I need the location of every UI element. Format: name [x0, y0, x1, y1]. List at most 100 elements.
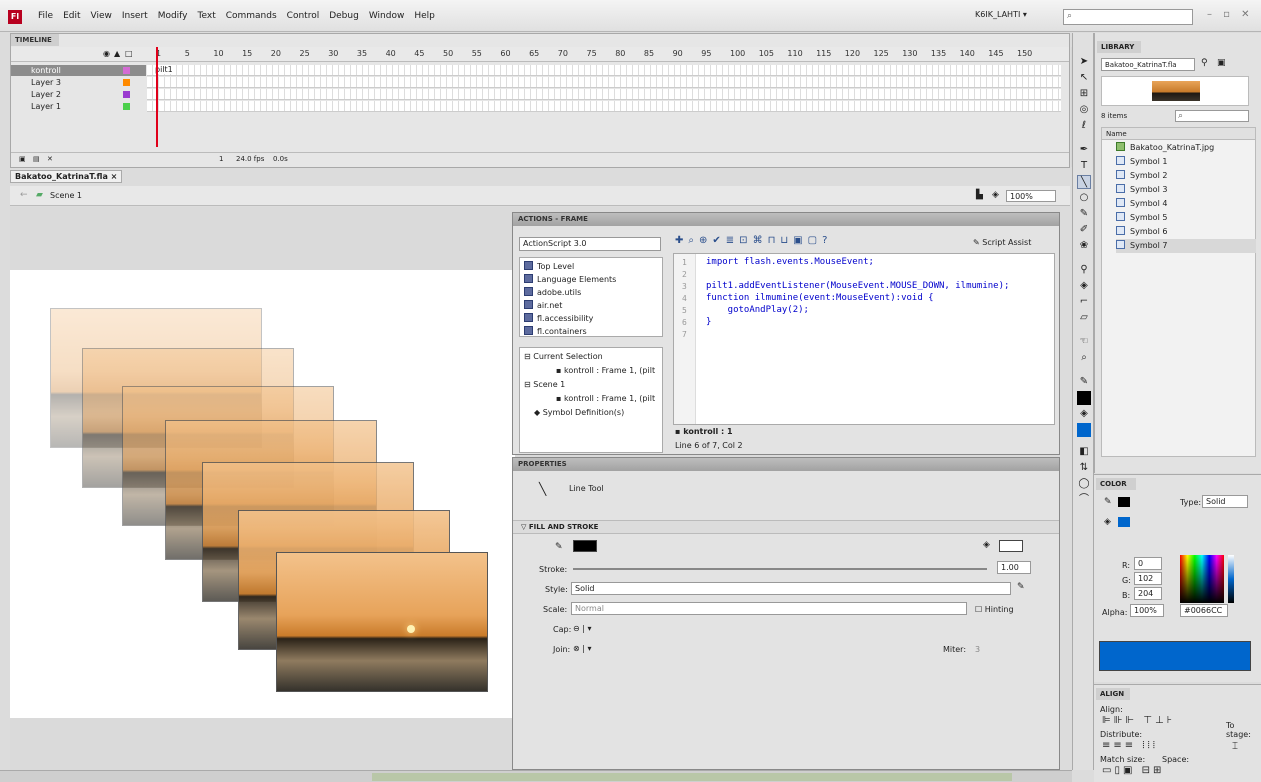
format-icon[interactable]: ≣ [726, 235, 739, 246]
subselection-tool-icon[interactable]: ↖ [1077, 71, 1091, 85]
stroke-color-swatch[interactable] [1077, 391, 1091, 405]
layer-row-1[interactable]: Layer 1 [11, 101, 1061, 112]
script-tab[interactable]: ▪ kontroll : 1 [675, 427, 755, 439]
color-spectrum[interactable] [1180, 555, 1224, 603]
menu-edit[interactable]: Edit [58, 11, 85, 21]
toolbox-item[interactable]: adobe.utils [524, 286, 581, 299]
window-controls[interactable]: – ▫ ✕ [1207, 9, 1254, 20]
scrollbar-thumb[interactable] [372, 773, 1012, 781]
menu-text[interactable]: Text [193, 11, 221, 21]
smooth-icon[interactable]: ⌒ [1077, 493, 1091, 507]
sunset-image-7[interactable] [276, 552, 488, 692]
hinting-checkbox[interactable]: ☐ Hinting [975, 605, 1014, 614]
back-arrow-icon[interactable]: ← [20, 190, 28, 200]
layer-row-2[interactable]: Layer 2 [11, 89, 1061, 100]
zoom-select[interactable]: 100% [1006, 190, 1056, 202]
3d-rotation-tool-icon[interactable]: ◎ [1077, 103, 1091, 117]
free-transform-tool-icon[interactable]: ⊞ [1077, 87, 1091, 101]
distribute-buttons[interactable]: ≡≡≡ ⦙⦙⦙ [1102, 740, 1158, 751]
scene-name[interactable]: Scene 1 [50, 191, 82, 200]
fill-color-swatch[interactable] [1077, 423, 1091, 437]
tree-frame[interactable]: ▪ kontroll : Frame 1, (pilt [556, 392, 655, 405]
fill-color-swatch[interactable] [999, 540, 1023, 552]
tree-current-selection[interactable]: ⊟ Current Selection [524, 350, 603, 363]
lock-icon[interactable]: ▲ [114, 49, 120, 58]
align-buttons[interactable]: ⊫⊪⊩ ⊤⊥⊦ [1102, 715, 1175, 726]
edit-scene-icon[interactable]: ▙ [976, 190, 983, 200]
new-folder-icon[interactable]: ▤ [33, 155, 40, 163]
tree-symbol-defs[interactable]: ◆ Symbol Definition(s) [534, 406, 624, 419]
color-type-select[interactable]: Solid [1202, 495, 1248, 508]
trash-icon[interactable]: ✕ [47, 155, 53, 163]
text-tool-icon[interactable]: T [1077, 159, 1091, 173]
frame-rate[interactable]: 24.0 fps [236, 155, 264, 163]
stage-horizontal-scrollbar[interactable] [0, 770, 1072, 782]
black-white-icon[interactable]: ◧ [1077, 445, 1091, 459]
library-item[interactable]: Bakatoo_KatrinaT.jpg [1116, 141, 1256, 155]
layer-row-3[interactable]: Layer 3 [11, 77, 1061, 88]
to-stage-button[interactable]: ⌶ [1232, 741, 1238, 752]
swap-colors-icon[interactable]: ⇅ [1077, 461, 1091, 475]
scale-select[interactable]: Normal [571, 602, 967, 615]
pin-icon[interactable]: ⚲ [1201, 58, 1208, 68]
edit-symbol-icon[interactable]: ◈ [992, 190, 999, 200]
menu-insert[interactable]: Insert [117, 11, 153, 21]
collapse-icon[interactable]: ⊟ [524, 352, 531, 361]
menu-window[interactable]: Window [364, 11, 410, 21]
stroke-width-input[interactable]: 1.00 [997, 561, 1031, 574]
layer-frames[interactable] [147, 65, 1061, 76]
stroke-color-swatch[interactable] [573, 540, 597, 552]
code-hint-icon[interactable]: ⊡ [739, 235, 752, 246]
uncomment-icon[interactable]: ▢ [808, 235, 822, 246]
layer-frames[interactable] [147, 77, 1061, 88]
script-assist-button[interactable]: ✎ Script Assist [973, 238, 1031, 247]
alpha-input[interactable]: 100% [1130, 604, 1164, 617]
tree-frame[interactable]: ▪ kontroll : Frame 1, (pilt [556, 364, 655, 377]
outline-icon[interactable]: □ [125, 49, 133, 58]
comment-icon[interactable]: ▣ [793, 235, 807, 246]
document-tab[interactable]: Bakatoo_KatrinaT.fla × [10, 170, 122, 183]
selection-tool-icon[interactable]: ➤ [1077, 55, 1091, 69]
g-input[interactable]: 102 [1134, 572, 1162, 585]
paint-bucket-tool-icon[interactable]: ◈ [1077, 279, 1091, 293]
code-editor[interactable]: 1 2 3 4 5 6 7 import flash.events.MouseE… [673, 253, 1055, 425]
r-input[interactable]: 0 [1134, 557, 1162, 570]
brush-tool-icon[interactable]: ✐ [1077, 223, 1091, 237]
stage[interactable] [10, 270, 515, 718]
help-search-input[interactable] [1063, 9, 1193, 25]
column-header[interactable]: Name [1102, 128, 1255, 140]
menu-control[interactable]: Control [282, 11, 325, 21]
miter-input[interactable]: 3 [975, 645, 980, 654]
toolbox-item[interactable]: air.net [524, 299, 562, 312]
library-item[interactable]: Symbol 3 [1116, 183, 1256, 197]
snap-icon[interactable]: ◯ [1077, 477, 1091, 491]
library-item[interactable]: Symbol 1 [1116, 155, 1256, 169]
library-document-select[interactable]: Bakatoo_KatrinaT.fla [1101, 58, 1195, 71]
check-syntax-icon[interactable]: ✔ [712, 235, 725, 246]
library-item[interactable]: Symbol 6 [1116, 225, 1256, 239]
menu-file[interactable]: File [33, 11, 58, 21]
menu-help[interactable]: Help [409, 11, 440, 21]
new-library-icon[interactable]: ▣ [1217, 58, 1226, 68]
hand-tool-icon[interactable]: ☜ [1077, 335, 1091, 349]
find-icon[interactable]: ⌕ [688, 235, 699, 246]
pen-tool-icon[interactable]: ✒ [1077, 143, 1091, 157]
actionscript-version-select[interactable]: ActionScript 3.0 [519, 237, 661, 251]
style-select[interactable]: Solid [571, 582, 1011, 595]
stroke-slider[interactable] [573, 568, 987, 570]
lasso-tool-icon[interactable]: ℓ [1077, 119, 1091, 133]
fill-stroke-section[interactable]: ▽ FILL AND STROKE [513, 520, 1059, 534]
edit-stroke-style-icon[interactable]: ✎ [1017, 582, 1025, 592]
bone-tool-icon[interactable]: ⚲ [1077, 263, 1091, 277]
menu-debug[interactable]: Debug [324, 11, 364, 21]
rectangle-tool-icon[interactable]: ○ [1077, 191, 1091, 205]
layer-row-kontroll[interactable]: kontroll pilt1 [11, 65, 1061, 76]
color-tab[interactable]: COLOR [1096, 478, 1136, 490]
close-icon[interactable]: × [111, 172, 118, 181]
toolbox-item[interactable]: Top Level [524, 260, 574, 273]
toolbox-item[interactable]: fl.accessibility [524, 312, 593, 325]
deco-tool-icon[interactable]: ❀ [1077, 239, 1091, 253]
tree-scene[interactable]: ⊟ Scene 1 [524, 378, 565, 391]
add-item-icon[interactable]: ✚ [675, 235, 688, 246]
hex-input[interactable]: #0066CC [1180, 604, 1228, 617]
